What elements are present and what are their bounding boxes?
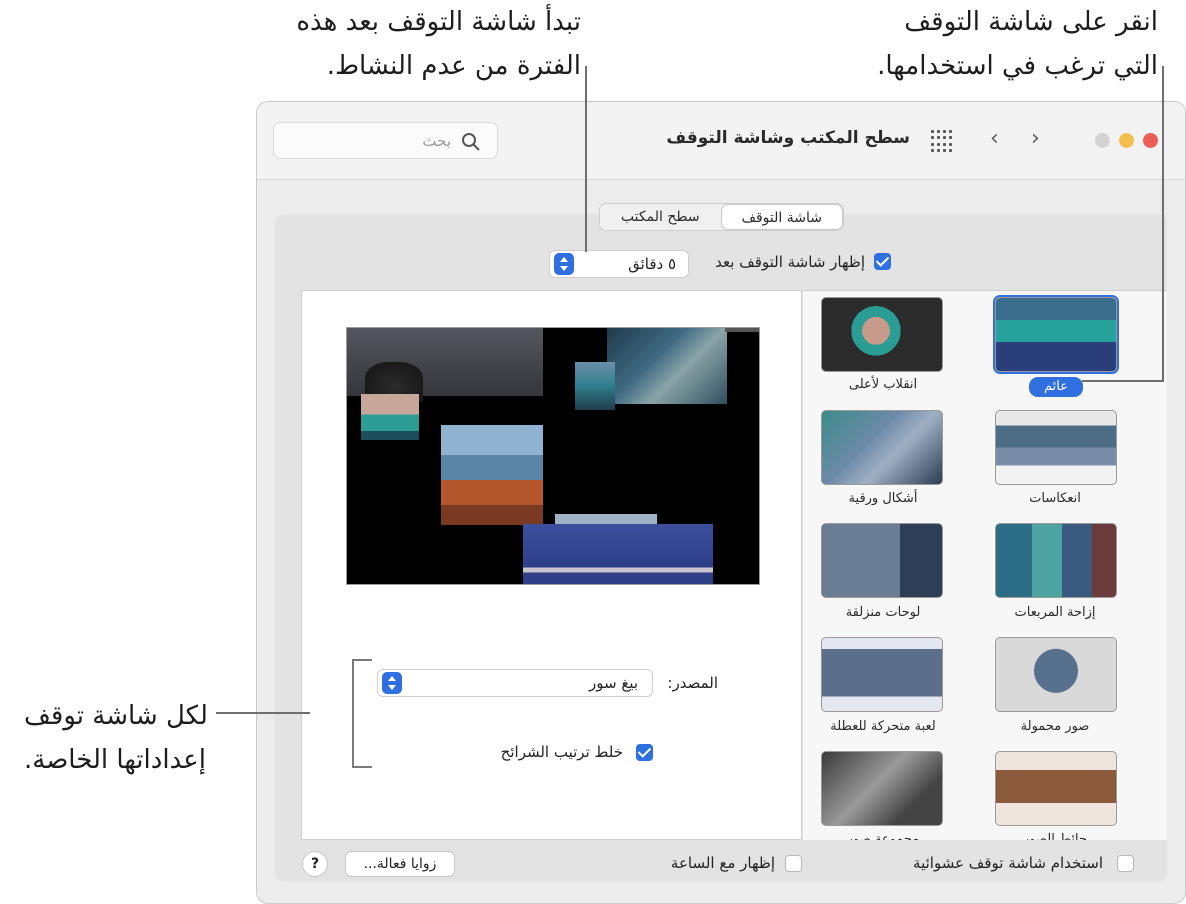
search-field[interactable]: بحث	[273, 122, 498, 159]
show-after-popup[interactable]: ٥ دقائق	[549, 250, 689, 278]
thumb-flip-up[interactable]	[821, 297, 943, 372]
thumb-holiday-mobile[interactable]	[821, 637, 943, 712]
back-button[interactable]: ‹	[990, 126, 999, 151]
screensaver-label-sliding-panels: لوحات منزلقة	[845, 605, 921, 620]
options-bracket	[352, 659, 372, 768]
screensaver-preview	[346, 327, 760, 585]
callout-settings-line2: إعداداتها الخاصة.	[24, 745, 206, 775]
thumb-photo-collage[interactable]	[821, 751, 943, 826]
source-label: المصدر:	[667, 674, 718, 692]
callout-pick-screensaver-line1: انقر على شاشة التوقف	[904, 7, 1158, 37]
preview-tile-sky-strip	[555, 514, 657, 524]
preview-tile-strip	[725, 328, 759, 332]
random-screensaver-label: استخدام شاشة توقف عشوائية	[913, 854, 1103, 872]
thumb-reflections[interactable]	[995, 410, 1117, 485]
window-title: سطح المكتب وشاشة التوقف	[666, 128, 910, 148]
show-after-label: إظهار شاشة التوقف بعد	[715, 253, 865, 271]
callout-inactivity-line1: تبدأ شاشة التوقف بعد هذه	[296, 7, 581, 37]
leader-line-settings	[216, 712, 310, 714]
screensaver-list: عائم انقلاب لأعلى انعكاسات أشكال ورقية إ…	[803, 290, 1167, 840]
callout-pick-screensaver-line2: التي ترغب في استخدامها.	[877, 51, 1158, 81]
callout-inactivity-line2: الفترة من عدم النشاط.	[326, 51, 581, 81]
tab-desktop[interactable]: سطح المكتب	[600, 204, 721, 230]
close-button[interactable]	[1143, 133, 1158, 148]
thumb-floating[interactable]	[995, 297, 1117, 372]
preview-tile-blue	[523, 524, 713, 584]
screensaver-label-floating: عائم	[1029, 377, 1083, 397]
show-all-grid-icon[interactable]	[931, 130, 953, 152]
search-icon	[462, 133, 480, 151]
hot-corners-button[interactable]: زوايا فعالة...	[345, 851, 455, 877]
minimize-button[interactable]	[1119, 133, 1134, 148]
show-after-value: ٥ دقائق	[628, 255, 676, 273]
popup-arrows-icon	[382, 672, 402, 694]
show-after-checkbox[interactable]	[874, 253, 891, 270]
zoom-button[interactable]	[1095, 133, 1110, 148]
thumb-sliding-panels[interactable]	[821, 523, 943, 598]
shuffle-checkbox[interactable]	[636, 744, 653, 761]
shuffle-label: خلط ترتيب الشرائح	[500, 743, 623, 761]
thumb-origami[interactable]	[821, 410, 943, 485]
tab-switcher: سطح المكتب شاشة التوقف	[599, 203, 844, 231]
screensaver-label-origami: أشكال ورقية	[848, 491, 918, 506]
preview-tile-coast-small	[361, 394, 419, 440]
preview-tile-aerial-2	[575, 362, 615, 410]
tab-screensaver[interactable]: شاشة التوقف	[721, 205, 842, 229]
show-with-clock-checkbox[interactable]	[785, 855, 802, 872]
leader-line-pick-horizontal	[1082, 380, 1164, 382]
preview-tile-aerial	[607, 328, 727, 404]
preview-panel: المصدر: بيغ سور خلط ترتيب الشرائح	[301, 290, 802, 840]
search-placeholder: بحث	[422, 132, 451, 150]
screensaver-label-photo-collage: مجموعة صور	[846, 832, 920, 840]
thumb-vintage-prints[interactable]	[995, 637, 1117, 712]
forward-button[interactable]: ›	[1031, 126, 1040, 151]
popup-arrows-icon	[554, 253, 574, 275]
screensaver-label-reflections: انعكاسات	[1029, 491, 1081, 506]
help-button[interactable]: ?	[302, 851, 328, 877]
leader-line-pick-vertical	[1162, 66, 1164, 381]
screensaver-label-vintage-prints: صور محمولة	[1020, 719, 1090, 734]
thumb-photo-wall[interactable]	[995, 751, 1117, 826]
callout-settings-line1: لكل شاشة توقف	[24, 701, 208, 731]
screensaver-label-flip-up: انقلاب لأعلى	[848, 377, 918, 392]
screensaver-label-shifting-tiles: إزاحة المربعات	[1014, 605, 1096, 620]
leader-line-inactivity	[585, 66, 587, 252]
preferences-window: › ‹ سطح المكتب وشاشة التوقف بحث سطح المك…	[256, 101, 1186, 904]
show-with-clock-label: إظهار مع الساعة	[670, 854, 775, 872]
random-screensaver-checkbox[interactable]	[1117, 855, 1134, 872]
title-bar: › ‹ سطح المكتب وشاشة التوقف بحث	[257, 102, 1185, 180]
screensaver-label-holiday-mobile: لعبة متحركة للعطلة	[830, 719, 936, 734]
source-value: بيغ سور	[588, 674, 638, 692]
source-popup[interactable]: بيغ سور	[377, 669, 653, 697]
screensaver-label-photo-wall: حائط الصور	[1023, 832, 1087, 840]
thumb-shifting-tiles[interactable]	[995, 523, 1117, 598]
preview-tile-cliffs	[441, 425, 543, 525]
